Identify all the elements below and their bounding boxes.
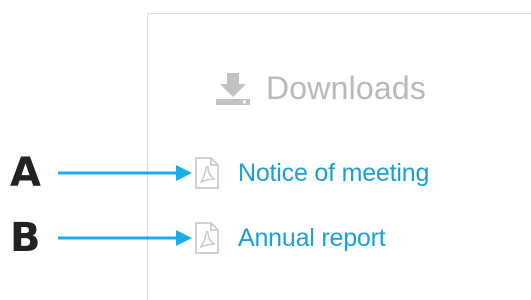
arrow-right-icon [58, 230, 192, 246]
download-link-notice-of-meeting[interactable]: Notice of meeting [194, 153, 429, 193]
annotation-a: A [10, 153, 194, 193]
downloads-heading: Downloads [214, 66, 426, 110]
download-link-annual-report[interactable]: Annual report [194, 218, 386, 258]
pdf-file-icon [195, 157, 219, 189]
annotation-letter: B [10, 215, 41, 261]
download-icon [216, 73, 250, 105]
annotation-letter: A [10, 150, 41, 196]
download-link-label[interactable]: Notice of meeting [238, 159, 429, 188]
arrow-right-icon [58, 165, 192, 181]
pdf-file-icon [195, 222, 219, 254]
screenshot-stage: Downloads Notice of meeting Annual repor… [0, 0, 531, 300]
download-link-label[interactable]: Annual report [238, 224, 386, 253]
annotation-b: B [10, 218, 194, 258]
downloads-title: Downloads [266, 69, 427, 106]
